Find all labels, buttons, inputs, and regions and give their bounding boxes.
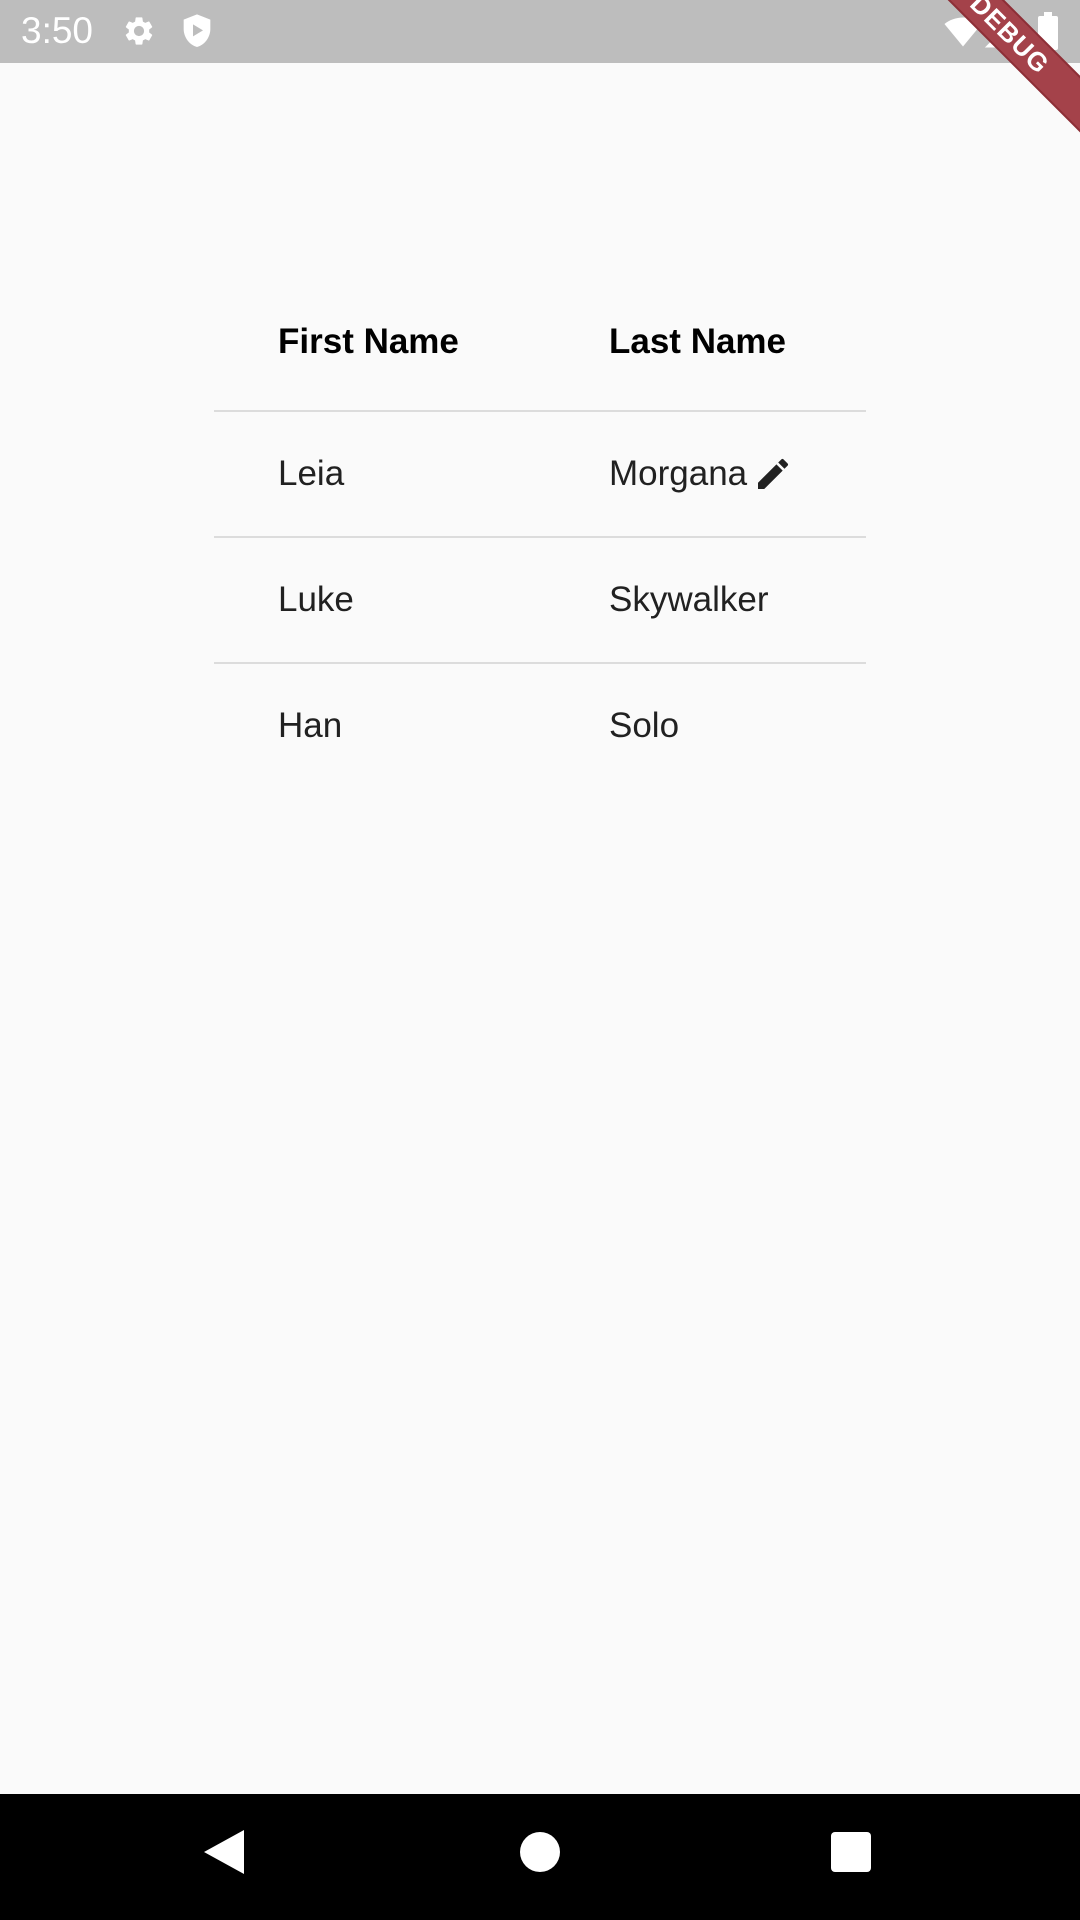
navigation-bar (0, 1794, 1080, 1920)
cell-last-name-text: Morgana (609, 454, 748, 493)
home-icon[interactable] (520, 1832, 560, 1872)
back-icon[interactable] (204, 1830, 244, 1874)
edit-icon[interactable] (753, 454, 793, 494)
recents-icon[interactable] (831, 1832, 871, 1872)
table-row[interactable]: Leia Morgana (214, 412, 866, 538)
gear-icon (125, 17, 153, 45)
shield-icon (183, 14, 211, 48)
cell-first-name[interactable]: Luke (278, 538, 354, 662)
cell-first-name[interactable]: Han (278, 664, 342, 788)
data-table: First Name Last Name Leia Morgana Luke S… (214, 274, 866, 788)
cell-last-name[interactable]: Solo (609, 664, 679, 788)
status-time: 3:50 (21, 10, 94, 51)
column-header-first-name[interactable]: First Name (278, 274, 459, 410)
cell-first-name[interactable]: Leia (278, 412, 344, 536)
cell-last-name[interactable]: Morgana (609, 412, 793, 536)
table-header-row: First Name Last Name (214, 274, 866, 412)
status-bar: 3:50 (0, 0, 1080, 63)
table-row[interactable]: Luke Skywalker (214, 538, 866, 664)
cell-last-name[interactable]: Skywalker (609, 538, 768, 662)
column-header-last-name[interactable]: Last Name (609, 274, 786, 410)
table-row[interactable]: Han Solo (214, 664, 866, 788)
